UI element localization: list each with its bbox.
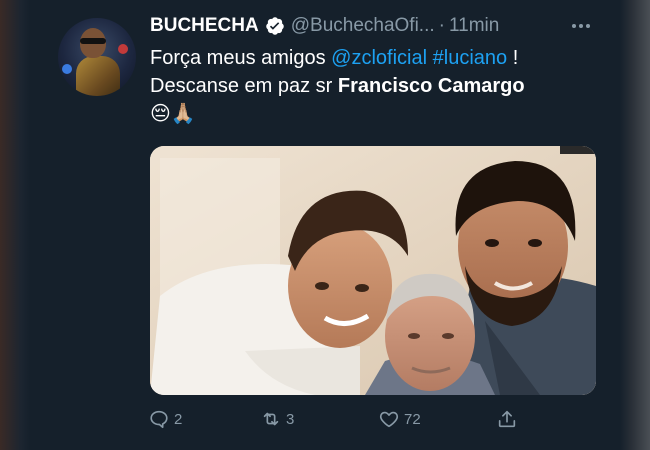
tweet-header: BUCHECHA @BuchechaOfi... · 11min	[150, 14, 499, 38]
tweet-text-line2: Descanse em paz sr	[150, 75, 338, 97]
user-handle[interactable]: @BuchechaOfi...	[291, 15, 435, 37]
share-button[interactable]	[496, 408, 522, 430]
display-name[interactable]: BUCHECHA	[150, 15, 259, 37]
tweet-text: Força meus amigos @zcloficial #luciano !…	[150, 44, 605, 128]
avatar-stage-lights	[62, 64, 72, 74]
tweet-text-line1-suffix: !	[507, 47, 519, 69]
tweet-text-bold-name: Francisco Camargo	[337, 75, 525, 97]
hashtag-link[interactable]: #luciano	[433, 47, 508, 69]
heart-icon	[379, 411, 399, 428]
background-right-edge	[620, 0, 650, 450]
photo-illustration	[150, 146, 596, 395]
reply-count: 2	[174, 410, 183, 428]
like-button[interactable]: 72	[378, 408, 421, 430]
share-icon	[498, 410, 516, 428]
avatar[interactable]	[58, 18, 136, 96]
tweet-photo[interactable]	[150, 146, 596, 395]
header-separator: ·	[438, 15, 445, 36]
mention-link[interactable]: @zcloficial	[331, 47, 427, 69]
retweet-count: 3	[286, 410, 295, 428]
avatar-body	[76, 56, 120, 96]
tweet-card[interactable]: BUCHECHA @BuchechaOfi... · 11min Força m…	[30, 0, 620, 450]
verified-badge-icon	[265, 16, 285, 36]
reply-button[interactable]: 2	[148, 408, 182, 430]
tweet-emojis: 😔🙏🏼	[150, 103, 196, 125]
avatar-sunglasses	[80, 38, 106, 44]
tweet-action-bar: 2 3 72	[148, 404, 518, 434]
tweet-text-line1: Força meus amigos	[150, 47, 332, 69]
background-left-edge	[0, 0, 30, 450]
more-options-icon[interactable]	[566, 14, 596, 38]
timestamp[interactable]: 11min	[449, 15, 499, 37]
reply-icon	[150, 410, 168, 429]
like-count: 72	[404, 410, 421, 428]
retweet-icon	[263, 412, 279, 426]
retweet-button[interactable]: 3	[260, 408, 294, 430]
